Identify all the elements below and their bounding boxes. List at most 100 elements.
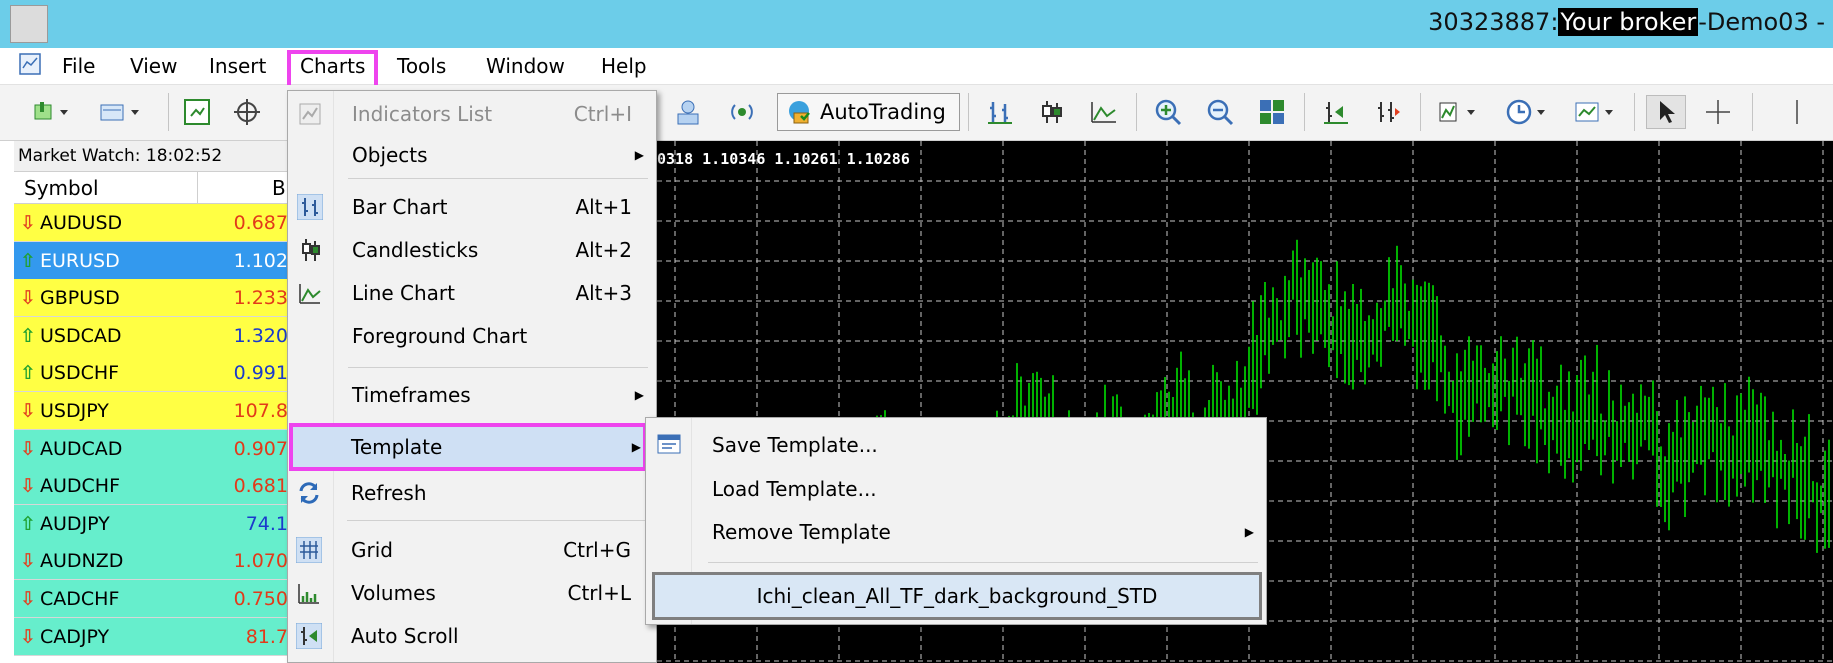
symbol-cell: ⇩ CADJPY: [20, 618, 109, 656]
candlesticks-icon[interactable]: [1032, 95, 1072, 129]
bar-chart-icon[interactable]: [980, 95, 1020, 129]
market-watch-row[interactable]: ⇩ AUDCHF 0.681: [14, 467, 293, 506]
new-chart-icon[interactable]: [26, 95, 78, 129]
menu-auto-scroll[interactable]: Auto Scroll: [287, 615, 655, 657]
menu-insert[interactable]: Insert: [209, 54, 266, 78]
menu-save-template[interactable]: Save Template...: [646, 424, 1266, 466]
charts-menu-lower: Refresh Grid Ctrl+G Volumes Ctrl+L Auto …: [287, 472, 657, 663]
account-icon[interactable]: [670, 95, 706, 129]
bid-cell: 0.907: [233, 437, 288, 460]
bid-cell: 1.233: [233, 287, 288, 310]
objects-label: Objects: [352, 143, 428, 167]
line-chart-icon[interactable]: [1084, 95, 1124, 129]
remove-template-label: Remove Template: [712, 520, 891, 544]
cursor-tool-icon[interactable]: [1646, 95, 1686, 129]
arrow-up-icon: ⇧: [20, 324, 36, 347]
crosshair-icon[interactable]: [1698, 95, 1738, 129]
column-symbol[interactable]: Symbol: [24, 172, 99, 204]
menu-refresh[interactable]: Refresh: [287, 472, 655, 514]
zoom-in-icon[interactable]: [1148, 95, 1188, 129]
symbol-cell: ⇧ USDCAD: [20, 317, 122, 355]
indicators-icon[interactable]: [1432, 95, 1488, 129]
save-template-label: Save Template...: [712, 433, 878, 457]
autotrading-button[interactable]: AutoTrading: [777, 93, 960, 131]
zoom-out-icon[interactable]: [1200, 95, 1240, 129]
auto-scroll-label: Auto Scroll: [351, 624, 459, 648]
market-watch-row[interactable]: ⇩ CADCHF 0.750: [14, 580, 293, 618]
market-watch-row[interactable]: ⇧ USDCHF 0.991: [14, 354, 293, 393]
menu-grid[interactable]: Grid Ctrl+G: [287, 529, 655, 571]
window-title: 30323887:Your broker-Demo03 -: [1428, 8, 1825, 36]
menu-foreground-chart[interactable]: Foreground Chart: [288, 315, 656, 357]
templates-icon[interactable]: [1568, 95, 1624, 129]
menu-line-chart[interactable]: Line Chart Alt+3: [288, 272, 656, 314]
auto-scroll-icon: [296, 623, 322, 649]
menu-volumes[interactable]: Volumes Ctrl+L: [287, 572, 655, 614]
bid-cell: 1.102: [233, 249, 288, 272]
app-icon[interactable]: [10, 5, 48, 43]
menu-load-template[interactable]: Load Template...: [646, 468, 1266, 510]
bid-cell: 1.070: [233, 550, 288, 573]
market-watch-row[interactable]: ⇧ EURUSD 1.102: [14, 241, 293, 280]
market-watch-row[interactable]: ⇩ CADJPY 81.7: [14, 617, 293, 656]
menu-objects[interactable]: Objects ▶: [288, 134, 656, 176]
market-watch-row[interactable]: ⇩ GBPUSD 1.233: [14, 279, 293, 318]
market-watch-icon[interactable]: [180, 95, 214, 129]
symbol-cell: ⇧ EURUSD: [20, 242, 120, 280]
indicators-list-label: Indicators List: [352, 102, 493, 126]
menu-tools[interactable]: Tools: [397, 54, 446, 78]
submenu-arrow-icon: ▶: [634, 148, 644, 162]
line-chart-icon: [299, 284, 321, 304]
grid-icon: [296, 537, 322, 563]
market-watch-row[interactable]: ⇩ USDJPY 107.8: [14, 392, 293, 430]
menu-window[interactable]: Window: [486, 54, 565, 78]
volumes-label: Volumes: [351, 581, 436, 605]
menu-template[interactable]: Template ▶: [289, 423, 647, 471]
market-watch-row[interactable]: ⇧ AUDJPY 74.1: [14, 504, 293, 543]
candlesticks-shortcut: Alt+2: [575, 238, 632, 262]
menu-remove-template[interactable]: Remove Template ▶: [646, 511, 1266, 553]
indicators-list-shortcut: Ctrl+I: [573, 102, 632, 126]
chart-shift-icon[interactable]: [1368, 95, 1408, 129]
menu-bar-chart[interactable]: Bar Chart Alt+1: [288, 186, 656, 228]
periodicity-icon[interactable]: [1500, 95, 1556, 129]
vertical-line-icon[interactable]: [1782, 95, 1812, 129]
template-item[interactable]: Ichi_clean_All_TF_dark_background_STD: [652, 572, 1262, 620]
line-chart-label: Line Chart: [352, 281, 455, 305]
tile-windows-icon[interactable]: [1252, 95, 1292, 129]
signals-icon[interactable]: [722, 95, 762, 129]
candlesticks-label: Candlesticks: [352, 238, 479, 262]
crosshair-target-icon[interactable]: [230, 95, 264, 129]
arrow-up-icon: ⇧: [20, 249, 36, 272]
server-name: -Demo03 -: [1698, 8, 1825, 36]
template-label: Template: [351, 435, 443, 459]
profiles-icon[interactable]: [90, 95, 152, 129]
menu-candlesticks[interactable]: Candlesticks Alt+2: [288, 229, 656, 271]
menu-help[interactable]: Help: [601, 54, 647, 78]
market-watch-row[interactable]: ⇧ USDCAD 1.320: [14, 316, 293, 355]
auto-scroll-icon[interactable]: [1316, 95, 1356, 129]
indicators-list-icon: [299, 103, 321, 125]
symbol-name: AUDNZD: [40, 550, 124, 573]
column-bid[interactable]: B: [272, 172, 286, 204]
menu-indicators-list[interactable]: Indicators List Ctrl+I: [288, 93, 656, 135]
menu-view[interactable]: View: [130, 54, 177, 78]
market-watch-row[interactable]: ⇩ AUDUSD 0.687: [14, 204, 293, 242]
terminal-icon[interactable]: [18, 52, 42, 76]
market-watch-row[interactable]: ⇩ AUDCAD 0.907: [14, 429, 293, 468]
symbol-cell: ⇩ AUDNZD: [20, 542, 123, 580]
bid-cell: 0.750: [233, 588, 288, 610]
menu-file[interactable]: File: [62, 54, 95, 78]
line-chart-shortcut: Alt+3: [575, 281, 632, 305]
symbol-cell: ⇩ CADCHF: [20, 580, 119, 618]
arrow-down-icon: ⇩: [20, 475, 36, 498]
volumes-icon: [298, 584, 319, 604]
bid-cell: 0.687: [233, 212, 288, 234]
submenu-arrow-icon: ▶: [634, 388, 644, 402]
market-watch-row[interactable]: ⇩ AUDNZD 1.070: [14, 542, 293, 581]
menu-timeframes[interactable]: Timeframes ▶: [288, 374, 656, 416]
symbol-name: USDCAD: [40, 324, 122, 347]
bid-cell: 81.7: [245, 625, 288, 648]
symbol-cell: ⇩ AUDCHF: [20, 467, 120, 505]
charts-menu-highlight: [287, 50, 378, 90]
